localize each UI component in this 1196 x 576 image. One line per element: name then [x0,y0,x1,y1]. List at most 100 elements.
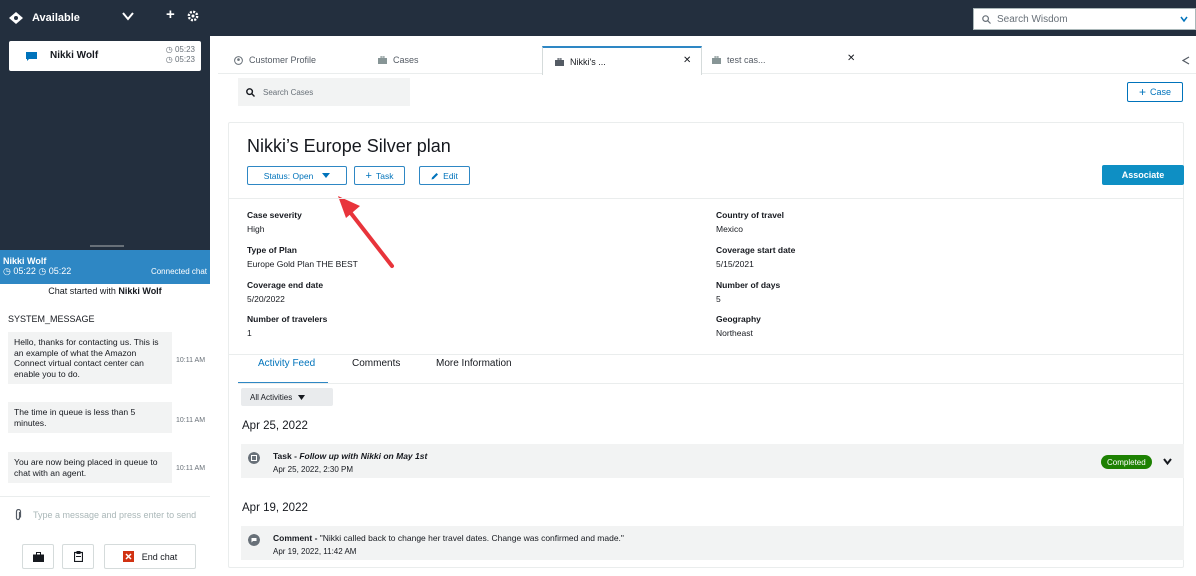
status-dropdown[interactable]: Status: Open [247,166,347,185]
activity-title: Task - Follow up with Nikki on May 1st [273,451,428,461]
case-title: Nikki’s Europe Silver plan [247,136,451,156]
attachment-icon[interactable] [14,509,22,521]
wisdom-search-input[interactable]: Search Wisdom [973,8,1196,30]
chat-contact-name: Nikki Wolf [3,256,47,266]
chat-icon [26,52,37,61]
close-icon[interactable]: ✕ [683,55,691,66]
field-label: Country of travel [716,210,785,220]
tab-test-case[interactable]: test cas... ✕ [712,46,862,74]
tab-label: Cases [393,55,419,65]
contact-name: Nikki Wolf [50,50,99,61]
contact-control-panel: Nikki Wolf ◷ 05:23 ◷ 05:23 Nikki Wolf ◷ … [0,36,210,576]
agent-status-icon [9,12,23,24]
chat-started-name: Nikki Wolf [118,286,162,296]
field-value: 5/15/2021 [716,259,754,269]
chevron-down-icon[interactable] [1163,458,1172,465]
divider [228,198,1184,199]
tab-nikki-case[interactable]: Nikki's ... ✕ [542,46,702,75]
status-dropdown-label: Status: Open [263,170,314,181]
end-chat-button[interactable]: End chat [104,544,196,569]
edit-label: Edit [443,170,458,181]
message-time: 10:11 AM [176,417,206,424]
divider [228,354,1184,355]
chat-message: The time in queue is less than 5 minutes… [8,402,172,433]
message-composer[interactable]: Type a message and press enter to send [0,496,210,530]
cases-workspace: Customer Profile Cases Nikki's ... ✕ tes… [218,36,1196,576]
chat-timers: ◷ 05:22 ◷ 05:22 [3,266,72,276]
activity-item[interactable]: Task - Follow up with Nikki on May 1st A… [241,444,1184,478]
tab-comments[interactable]: Comments [352,358,400,369]
field-label: Case severity [247,210,302,220]
status-selector[interactable]: Available [9,9,80,27]
chat-message: You are now being placed in queue to cha… [8,452,172,483]
collapse-icon[interactable] [1182,56,1190,65]
field-value: 5 [716,294,721,304]
status-label: Available [32,12,80,24]
edit-button[interactable]: Edit [419,166,470,185]
activity-subject: "Nikki called back to change her travel … [319,533,624,543]
cases-icon [555,57,564,66]
cases-icon [378,56,387,64]
search-cases-input[interactable]: Search Cases [238,78,410,106]
status-badge: Completed [1101,455,1152,469]
field-label: Geography [716,314,761,324]
add-task-button[interactable]: + Task [354,166,405,185]
caret-down-icon [298,394,306,400]
caret-down-icon [322,173,331,178]
activity-title: Comment - "Nikki called back to change h… [273,533,624,543]
date-header: Apr 25, 2022 [242,420,308,432]
add-task-label: Task [375,170,394,181]
contact-timer: ◷ 05:23 [165,55,195,64]
activity-type: Comment [273,533,313,543]
chat-started-prefix: Chat started with [48,286,116,296]
resize-handle[interactable] [90,245,124,247]
add-case-button[interactable]: + Case [1127,82,1183,102]
date-header: Apr 19, 2022 [242,502,308,514]
tab-label: test cas... [727,55,766,65]
associate-button[interactable]: Associate [1102,165,1184,185]
cases-icon [712,56,721,64]
field-label: Type of Plan [247,245,297,255]
divider [238,383,1184,384]
pencil-icon [431,172,439,179]
activity-datetime: Apr 25, 2022, 2:30 PM [273,465,354,474]
activity-filter-dropdown[interactable]: All Activities [241,388,333,406]
chat-status: Connected chat [150,267,207,276]
field-value: High [247,224,265,234]
message-input-placeholder: Type a message and press enter to send [33,510,197,520]
search-icon [246,87,255,97]
transfer-button[interactable] [62,544,94,569]
activity-filter-label: All Activities [250,392,293,402]
plus-icon: + [1138,85,1146,99]
field-value: 5/20/2022 [247,294,285,304]
tab-label: Customer Profile [249,55,317,65]
chat-header: Nikki Wolf ◷ 05:22 ◷ 05:22 Connected cha… [0,250,210,284]
message-sender: SYSTEM_MESSAGE [8,314,95,324]
field-label: Coverage start date [716,245,796,255]
close-icon[interactable]: ✕ [847,53,855,64]
contact-timer: ◷ 05:23 [165,45,195,54]
end-chat-label: End chat [141,551,178,562]
field-label: Number of days [716,280,781,290]
contact-card[interactable]: Nikki Wolf ◷ 05:23 ◷ 05:23 [9,41,201,71]
activity-subject: Follow up with Nikki on May 1st [299,451,428,461]
activity-type: Task [273,451,292,461]
app-root: Available + Search Wisdom Nikki Wolf ◷ 0… [0,0,1196,576]
tab-activity-feed[interactable]: Activity Feed [258,358,315,369]
activity-item[interactable]: Comment - "Nikki called back to change h… [241,526,1184,560]
tab-more-information[interactable]: More Information [436,358,512,369]
chevron-down-icon[interactable] [1179,14,1189,24]
message-time: 10:11 AM [176,357,206,364]
tab-customer-profile[interactable]: Customer Profile [234,46,316,74]
chat-started-notice: Chat started with Nikki Wolf [0,286,210,296]
close-icon [122,551,134,562]
field-label: Coverage end date [247,280,324,290]
add-icon[interactable]: + [166,6,175,23]
message-time: 10:11 AM [176,465,206,472]
contact-list: Nikki Wolf ◷ 05:23 ◷ 05:23 [0,36,210,252]
gear-icon[interactable] [187,10,199,22]
chat-message: Hello, thanks for contacting us. This is… [8,332,172,384]
chevron-down-icon[interactable] [122,11,134,21]
tab-cases[interactable]: Cases [378,46,419,74]
quick-connect-button[interactable] [22,544,54,569]
